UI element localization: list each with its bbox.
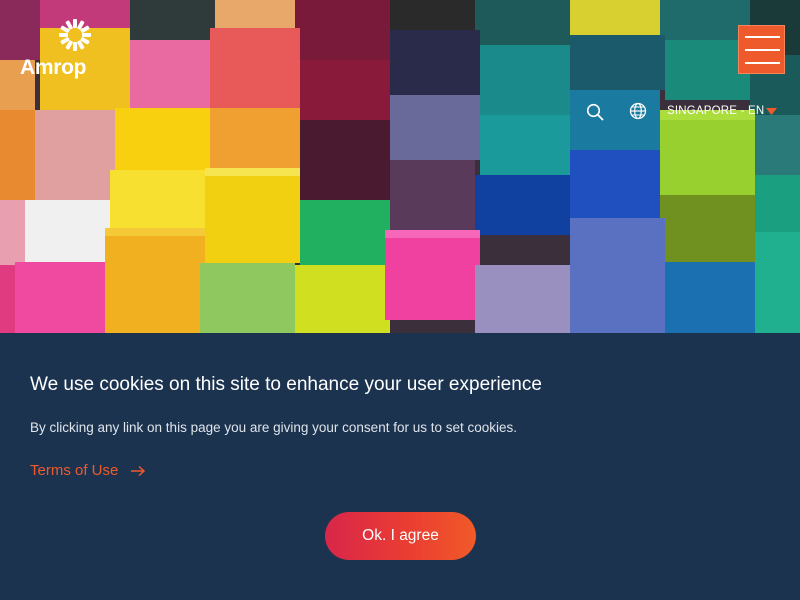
terms-of-use-label: Terms of Use (30, 462, 119, 479)
globe-icon (629, 102, 647, 120)
menu-bar (745, 62, 780, 64)
colorful-blocks-image (0, 0, 800, 333)
caret-down-icon[interactable] (766, 108, 777, 115)
terms-of-use-link[interactable]: Terms of Use (30, 462, 146, 479)
cookie-consent-banner: We use cookies on this site to enhance y… (0, 333, 800, 600)
cookie-banner-title: We use cookies on this site to enhance y… (30, 374, 542, 395)
menu-bar (745, 36, 780, 38)
agree-button[interactable]: Ok. I agree (325, 512, 476, 560)
arrow-right-icon (131, 465, 146, 476)
sunburst-logo-icon (59, 19, 91, 51)
hero-image: Amrop SINGAPORE - EN (0, 0, 800, 333)
search-icon[interactable] (586, 103, 604, 121)
hamburger-menu-button[interactable] (738, 25, 785, 74)
region-language-selector[interactable]: SINGAPORE - EN (667, 105, 764, 117)
logo-text: Amrop (20, 56, 87, 79)
menu-bar (745, 49, 780, 51)
amrop-logo[interactable]: Amrop (20, 18, 91, 82)
cookie-banner-text: By clicking any link on this page you ar… (30, 420, 518, 435)
